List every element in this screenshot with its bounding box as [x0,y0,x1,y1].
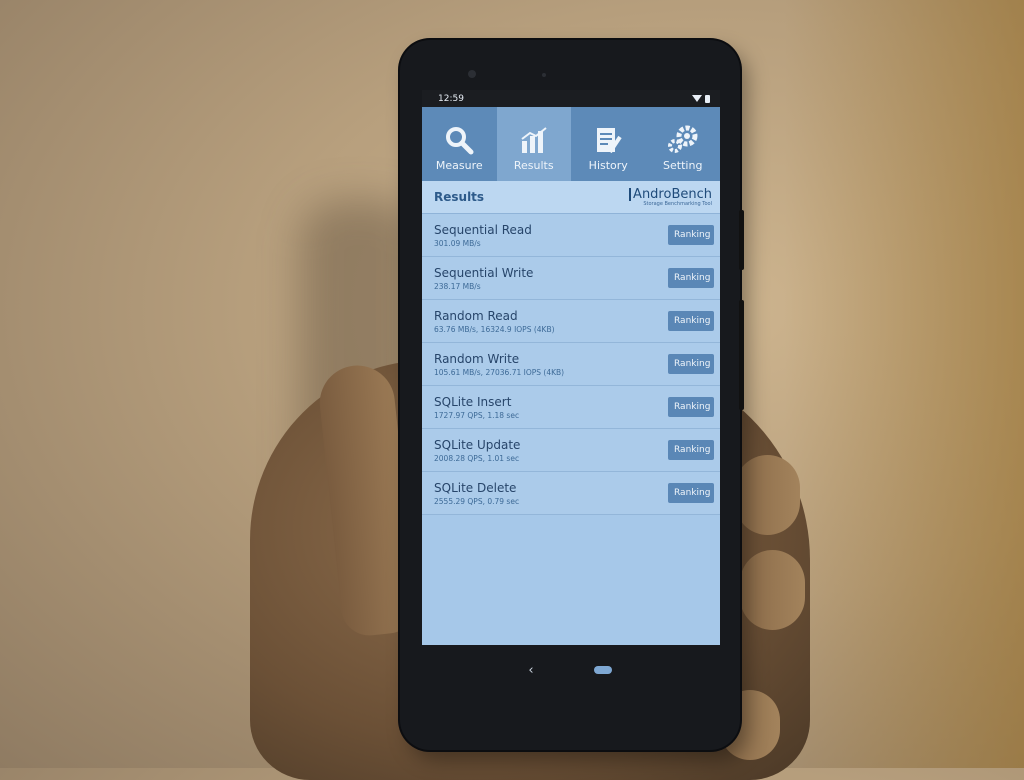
list-item: Random Read 63.76 MB/s, 16324.9 IOPS (4K… [422,300,720,343]
status-bar: 12:59 [422,90,720,107]
results-header: Results AndroBench Storage Benchmarking … [422,181,720,214]
result-value: 301.09 MB/s [434,238,481,248]
gears-icon [667,125,698,153]
background-light [784,0,1024,768]
tab-history[interactable]: History [571,107,646,181]
tab-label: Results [513,159,554,172]
finger [740,550,805,630]
ranking-button[interactable]: Ranking [668,397,714,417]
results-list: Sequential Read 301.09 MB/s Ranking Sequ… [422,214,720,515]
ranking-button[interactable]: Ranking [668,483,714,503]
result-name: Random Write [434,351,520,366]
result-value: 2555.29 QPS, 0.79 sec [434,496,520,506]
phone: 12:59 Measure Results History Setting Re… [400,40,744,750]
androbench-logo: AndroBench Storage Benchmarking Tool [629,187,712,207]
volume-button[interactable] [739,300,744,410]
battery-icon [705,94,710,103]
list-item: Random Write 105.61 MB/s, 27036.71 IOPS … [422,343,720,386]
wifi-icon [692,95,702,102]
ranking-button[interactable]: Ranking [668,440,714,460]
finger [735,455,800,535]
back-icon[interactable]: ‹ [528,663,533,678]
ranking-button[interactable]: Ranking [668,354,714,374]
home-button[interactable] [593,666,612,674]
ranking-button[interactable]: Ranking [668,311,714,331]
ranking-button[interactable]: Ranking [668,225,714,245]
list-item: SQLite Delete 2555.29 QPS, 0.79 sec Rank… [422,472,720,515]
tab-bar: Measure Results History Setting [422,107,720,181]
camera-icon [468,70,476,78]
result-name: SQLite Delete [434,480,517,495]
list-item: Sequential Write 238.17 MB/s Ranking [422,257,720,300]
navigation-bar: ‹ [400,645,740,695]
result-value: 63.76 MB/s, 16324.9 IOPS (4KB) [434,324,555,334]
tab-results[interactable]: Results [496,107,571,181]
result-value: 2008.28 QPS, 1.01 sec [434,453,520,463]
tab-label: Setting [663,159,703,172]
list-item: SQLite Update 2008.28 QPS, 1.01 sec Rank… [422,429,720,472]
result-value: 1727.97 QPS, 1.18 sec [434,410,520,420]
bar-chart-icon [521,127,547,153]
list-item: SQLite Insert 1727.97 QPS, 1.18 sec Rank… [422,386,720,429]
page-title: Results [434,190,485,204]
tab-label: History [588,159,628,172]
result-value: 105.61 MB/s, 27036.71 IOPS (4KB) [434,367,565,377]
result-name: Sequential Read [434,222,532,237]
tab-setting[interactable]: Setting [646,107,721,181]
tab-measure[interactable]: Measure [422,107,497,181]
result-value: 238.17 MB/s [434,281,481,291]
result-name: Random Read [434,308,518,323]
result-name: SQLite Insert [434,394,512,409]
result-name: SQLite Update [434,437,521,452]
power-button[interactable] [739,210,744,270]
status-time: 12:59 [438,93,464,104]
list-item: Sequential Read 301.09 MB/s Ranking [422,214,720,257]
tab-label: Measure [435,159,483,172]
result-name: Sequential Write [434,265,534,280]
magnifier-icon [446,127,474,155]
ranking-button[interactable]: Ranking [668,268,714,288]
document-pencil-icon [597,128,622,154]
app-screen: 12:59 Measure Results History Setting Re… [422,90,720,645]
sensor-dot [542,73,546,77]
